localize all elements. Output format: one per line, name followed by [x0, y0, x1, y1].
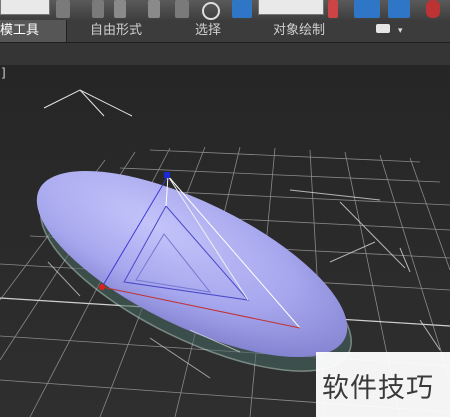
tab-object-paint[interactable]: 对象绘制 — [273, 20, 325, 42]
watermark: 软件技巧 — [316, 352, 450, 417]
window-crossing-icon[interactable] — [148, 0, 160, 18]
watermark-text: 软件技巧 — [322, 373, 434, 404]
tab-divider — [66, 20, 67, 42]
ribbon-tab-bar: 模工具 自由形式 选择 对象绘制 ▾ — [0, 20, 450, 43]
snap-magnet-icon[interactable] — [426, 0, 440, 18]
tab-label: 对象绘制 — [273, 23, 326, 38]
tab-label: 模工具 — [0, 23, 40, 38]
ribbon-display-toggle-icon[interactable] — [376, 24, 390, 33]
main-toolbar — [0, 0, 450, 20]
pivot-icon[interactable] — [328, 0, 338, 18]
tab-label: 自由形式 — [90, 23, 143, 38]
select-and-manipulate-icon[interactable] — [354, 0, 380, 18]
viewport-label[interactable]: ] — [1, 66, 6, 80]
reference-coordinate-dropdown[interactable] — [258, 0, 324, 15]
gizmo-z-handle[interactable] — [164, 172, 170, 178]
tab-label: 选择 — [195, 23, 222, 38]
toolbar-field[interactable] — [0, 0, 50, 15]
select-object-icon[interactable] — [56, 0, 70, 18]
gizmo-pivot-point[interactable] — [99, 284, 105, 290]
scale-icon[interactable] — [232, 0, 252, 18]
tab-modeling-tools[interactable]: 模工具 — [0, 20, 66, 42]
tab-selection[interactable]: 选择 — [195, 20, 221, 42]
keyboard-shortcut-icon[interactable] — [388, 0, 410, 18]
rotate-icon[interactable] — [202, 2, 220, 20]
select-by-name-icon[interactable] — [92, 0, 104, 18]
move-icon[interactable] — [175, 0, 189, 18]
tab-freeform[interactable]: 自由形式 — [90, 20, 142, 42]
selection-region-icon[interactable] — [114, 0, 126, 18]
chevron-down-icon[interactable]: ▾ — [398, 20, 403, 42]
ribbon-panel-strip — [0, 43, 450, 66]
